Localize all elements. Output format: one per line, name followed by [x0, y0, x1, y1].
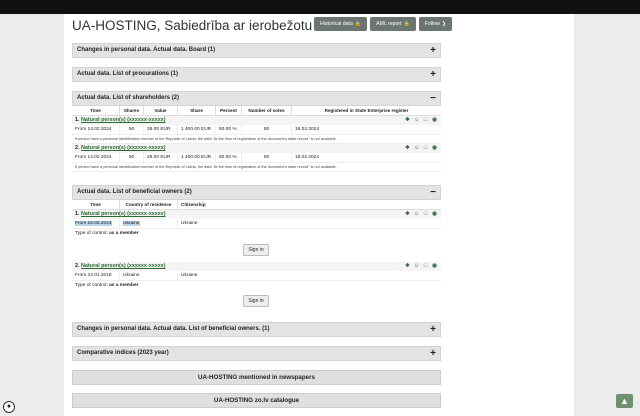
historical-data-button[interactable]: Historical data 🔒: [314, 17, 368, 31]
beneficial-changes-section[interactable]: Changes in personal data. Actual data. L…: [72, 322, 441, 337]
table-row: From 14.02.2024 50 28.00 EUR 1 400.00 EU…: [72, 152, 441, 163]
indices-section[interactable]: Comparative indices (2023 year) +: [72, 346, 441, 361]
column-header: Value: [144, 105, 178, 116]
board-changes-section[interactable]: Changes in personal data. Actual data. B…: [72, 43, 441, 58]
beneficial-owners-table-2: 2. Natural person(s) (xxxxxx-xxxxx) ❖ ☺ …: [72, 262, 441, 290]
table-header: Time Shares Value Share Percent Number o…: [72, 105, 441, 116]
person-icon[interactable]: ☺: [413, 210, 420, 219]
person-link[interactable]: Natural person(s) (xxxxxx-xxxxx): [81, 117, 166, 123]
sign-in-button[interactable]: Sign in: [243, 295, 269, 307]
column-header: Shares: [120, 105, 144, 116]
lock-icon[interactable]: ◉: [431, 144, 438, 153]
person-link[interactable]: Natural person(s) (xxxxxx-xxxxx): [81, 145, 166, 151]
row-actions: ❖ ☺ □ ◉: [404, 116, 438, 125]
column-header: Country of residence: [120, 199, 178, 210]
lock-icon[interactable]: ◉: [431, 116, 438, 125]
document-icon[interactable]: □: [422, 262, 429, 271]
document-icon[interactable]: □: [422, 210, 429, 219]
person-link[interactable]: Natural person(s) (xxxxxx-xxxxx): [81, 263, 166, 269]
double-chevron-up-icon: ▲: [620, 396, 629, 406]
row-actions: ❖ ☺ □ ◉: [404, 144, 438, 153]
network-icon[interactable]: ❖: [404, 116, 411, 125]
table-row: From 14.02.2024 50 28.00 EUR 1 400.00 EU…: [72, 124, 441, 135]
table-row: From 23.01.2018 Ukraine Ukraine: [72, 270, 441, 281]
collapse-icon: −: [430, 187, 436, 198]
lock-icon[interactable]: ◉: [431, 210, 438, 219]
cookie-icon: ●: [6, 403, 12, 410]
beneficial-owners-section[interactable]: Actual data. List of beneficial owners (…: [72, 185, 441, 200]
owner-name-row: 1. Natural person(s) (xxxxxx-xxxxx) ❖ ☺ …: [72, 210, 441, 219]
note-text: If person have a personal identification…: [72, 163, 441, 172]
shareholder-name-row: 1. Natural person(s) (xxxxxx-xxxxx) ❖ ☺ …: [72, 116, 441, 125]
cookie-settings-button[interactable]: ●: [3, 401, 15, 413]
expand-icon: +: [430, 45, 436, 56]
control-type: Type of control: as a member: [75, 283, 139, 288]
shareholder-name-row: 2. Natural person(s) (xxxxxx-xxxxx) ❖ ☺ …: [72, 144, 441, 153]
procurations-section[interactable]: Actual data. List of procurations (1) +: [72, 67, 441, 82]
table-row: From 16.02.2024 Ukraine Ukraine: [72, 218, 441, 229]
owner-name-row: 2. Natural person(s) (xxxxxx-xxxxx) ❖ ☺ …: [72, 262, 441, 271]
column-header: Percent: [216, 105, 242, 116]
expand-icon: +: [430, 324, 436, 335]
network-icon[interactable]: ❖: [404, 262, 411, 271]
collapse-icon: −: [430, 93, 436, 104]
column-header: Citizenship: [181, 201, 206, 207]
newspapers-link[interactable]: UA-HOSTING mentioned in newspapers: [72, 370, 441, 385]
document-icon[interactable]: □: [422, 116, 429, 125]
control-type: Type of control: as a member: [75, 231, 139, 236]
column-header: Registered in State Enterprise register: [324, 107, 409, 113]
shareholders-section[interactable]: Actual data. List of shareholders (2) −: [72, 91, 441, 106]
person-icon[interactable]: ☺: [413, 144, 420, 153]
column-header: Number of votes: [242, 105, 292, 116]
row-actions: ❖ ☺ □ ◉: [404, 210, 438, 219]
lock-icon[interactable]: ◉: [431, 262, 438, 271]
lock-icon: 🔒: [354, 21, 362, 27]
browser-top-bar: [0, 0, 640, 14]
header-buttons: Historical data 🔒 AML report 🔒 Follow ❯: [314, 17, 453, 31]
sign-in-button[interactable]: Sign in: [243, 244, 269, 256]
company-page: UA-HOSTING, Sabiedrība ar ierobežotu atb…: [64, 14, 574, 416]
expand-icon: +: [430, 69, 436, 80]
document-icon[interactable]: □: [422, 144, 429, 153]
shareholders-table: Time Shares Value Share Percent Number o…: [72, 105, 441, 172]
column-header: Share: [178, 105, 216, 116]
chevron-right-icon: ❯: [441, 21, 447, 27]
person-link[interactable]: Natural person(s) (xxxxxx-xxxxx): [81, 211, 166, 217]
catalogue-link[interactable]: UA-HOSTING zo.lv catalogue: [72, 393, 441, 408]
network-icon[interactable]: ❖: [404, 210, 411, 219]
follow-button[interactable]: Follow ❯: [418, 17, 453, 31]
row-actions: ❖ ☺ □ ◉: [404, 262, 438, 271]
column-header: Time: [72, 199, 120, 210]
lock-icon: 🔒: [403, 21, 410, 27]
network-icon[interactable]: ❖: [404, 144, 411, 153]
beneficial-owners-table: Time Country of residence Citizenship 1.…: [72, 199, 441, 238]
column-header: Time: [72, 105, 120, 116]
table-header: Time Country of residence Citizenship: [72, 199, 441, 210]
person-icon[interactable]: ☺: [413, 116, 420, 125]
aml-report-button[interactable]: AML report 🔒: [370, 17, 416, 31]
person-icon[interactable]: ☺: [413, 262, 420, 271]
scroll-to-top-button[interactable]: ▲: [616, 394, 633, 408]
expand-icon: +: [430, 348, 436, 359]
note-text: If person have a personal identification…: [72, 135, 441, 144]
